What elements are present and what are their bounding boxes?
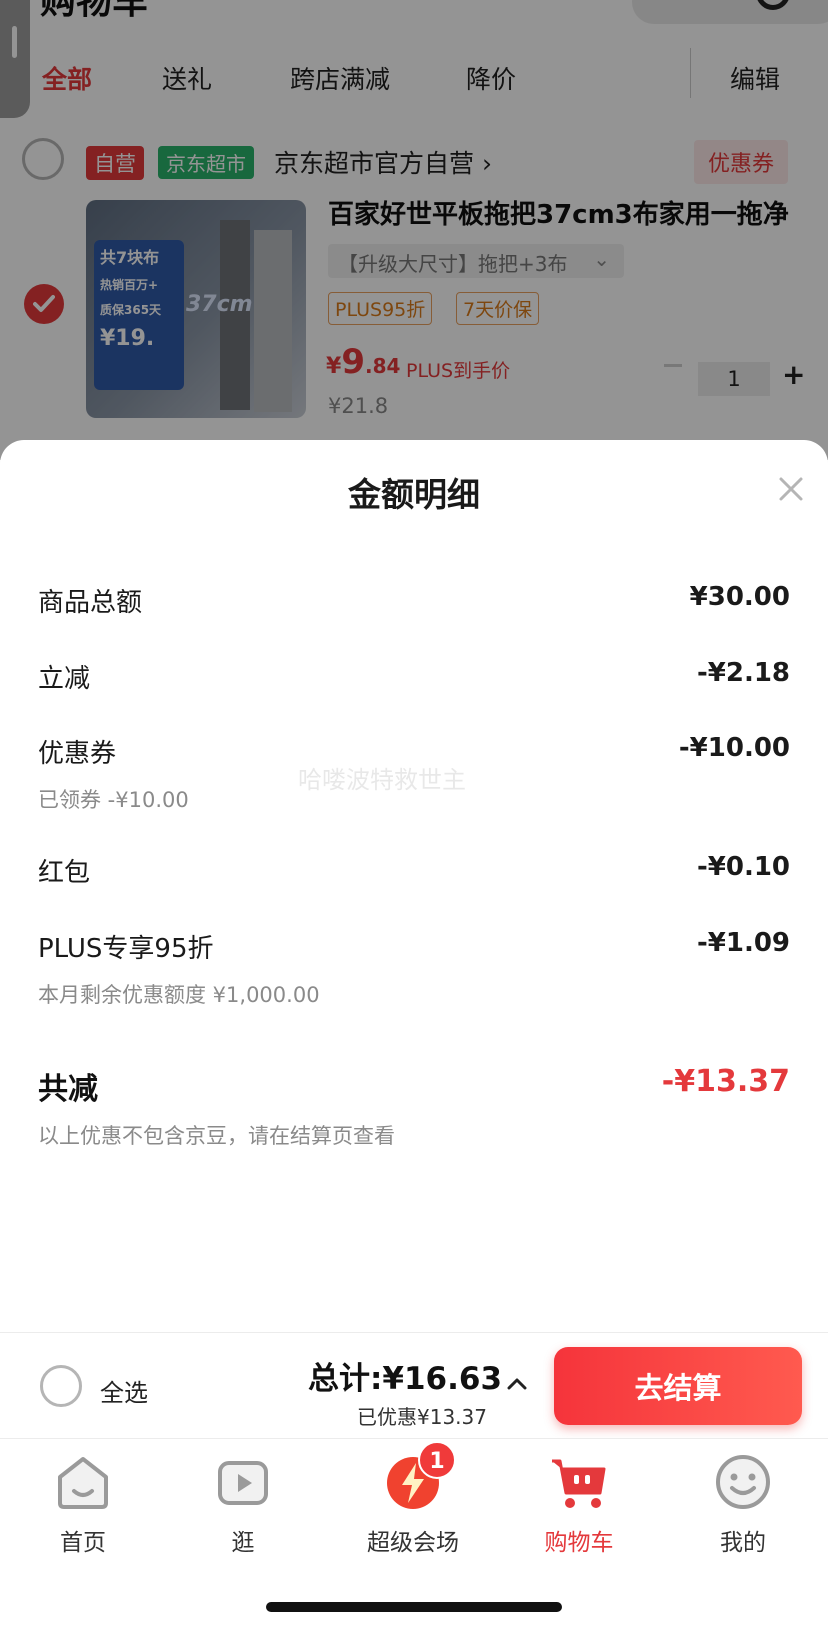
tab-browse[interactable]: 逛 xyxy=(178,1451,308,1561)
video-play-icon xyxy=(212,1451,274,1513)
smiley-profile-icon xyxy=(712,1451,774,1513)
notification-badge: 1 xyxy=(418,1441,456,1479)
shopping-cart-icon xyxy=(548,1451,610,1513)
saved-amount: 已优惠¥13.37 xyxy=(357,1405,487,1429)
goods-total-label: 商品总额 xyxy=(38,588,143,618)
super-venue-icon: 1 xyxy=(382,1441,456,1513)
goods-total-value: ¥30.00 xyxy=(689,582,790,612)
coupon-value: -¥10.00 xyxy=(678,733,790,763)
modal-dim-overlay[interactable] xyxy=(0,0,828,460)
tab-super-venue[interactable]: 1 超级会场 xyxy=(348,1441,478,1561)
home-indicator xyxy=(266,1602,562,1612)
plus-discount-value: -¥1.09 xyxy=(696,928,790,958)
sheet-title: 金额明细 xyxy=(348,475,480,514)
order-total: 总计:¥16.63 xyxy=(308,1361,503,1397)
home-icon xyxy=(52,1451,114,1513)
jd-beans-note: 以上优惠不包含京豆，请在结算页查看 xyxy=(38,1124,395,1148)
amount-details-sheet: 金额明细 商品总额 ¥30.00 立减 -¥2.18 优惠券 -¥10.00 已… xyxy=(0,440,828,1332)
coupon-sub-note: 已领券 -¥10.00 xyxy=(38,788,189,812)
instant-discount-label: 立减 xyxy=(38,664,91,694)
red-packet-value: -¥0.10 xyxy=(696,852,790,882)
checkout-button[interactable]: 去结算 xyxy=(554,1347,802,1425)
tab-cart[interactable]: 购物车 xyxy=(514,1451,644,1561)
plus-discount-label: PLUS专享95折 xyxy=(38,934,214,964)
bottom-tab-bar: 首页 逛 1 超级会场 购物车 我的 xyxy=(0,1438,828,1626)
total-discount-label: 共减 xyxy=(38,1072,98,1107)
chevron-up-icon[interactable] xyxy=(504,1371,530,1397)
watermark: 哈喽波特救世主 xyxy=(298,766,466,794)
total-discount-value: -¥13.37 xyxy=(661,1064,790,1099)
coupon-label: 优惠券 xyxy=(38,739,117,769)
checkout-bar: 全选 总计:¥16.63 已优惠¥13.37 去结算 xyxy=(0,1332,828,1438)
red-packet-label: 红包 xyxy=(38,858,91,888)
tab-home[interactable]: 首页 xyxy=(18,1451,148,1561)
select-all-label[interactable]: 全选 xyxy=(100,1373,148,1408)
tab-profile[interactable]: 我的 xyxy=(678,1451,808,1561)
select-all-radio[interactable] xyxy=(40,1365,82,1407)
close-icon[interactable] xyxy=(778,476,808,506)
instant-discount-value: -¥2.18 xyxy=(696,658,790,688)
plus-remaining-quota: 本月剩余优惠额度 ¥1,000.00 xyxy=(38,983,320,1007)
